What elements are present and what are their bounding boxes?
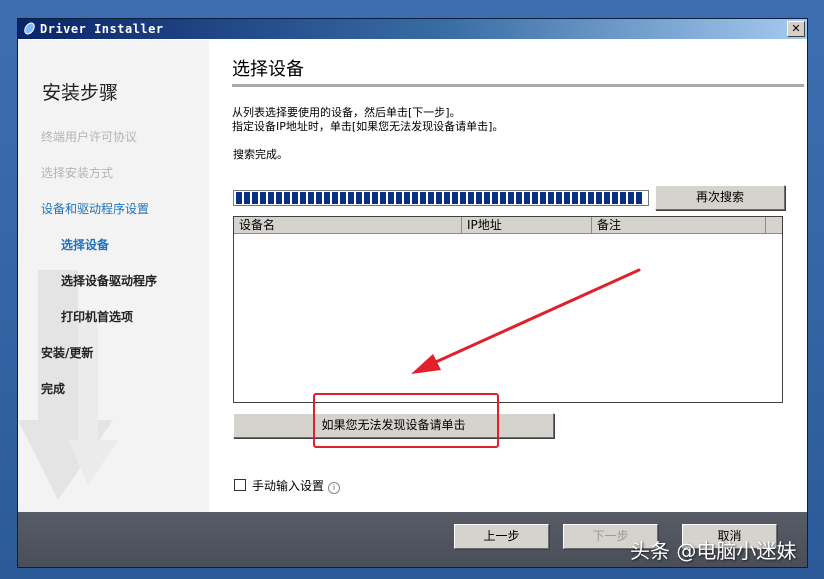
progress-segment [484,192,490,204]
progress-segment [412,192,418,204]
progress-segment [588,192,594,204]
title-bar[interactable]: Driver Installer ✕ [18,19,807,39]
step-select-device: 选择设备 [61,238,110,252]
progress-segment [404,192,410,204]
page-title: 选择设备 [232,59,304,80]
progress-segment [524,192,530,204]
progress-segment [636,192,642,204]
progress-segment [268,192,274,204]
progress-segment [252,192,258,204]
progress-segment [324,192,330,204]
progress-segment [316,192,322,204]
progress-segment [620,192,626,204]
progress-segment [236,192,242,204]
manual-input-label: 手动输入设置 [252,479,325,493]
step-finish: 完成 [41,382,66,396]
progress-segment [284,192,290,204]
manual-input-option[interactable]: 手动输入设置 i [234,477,341,494]
column-notes[interactable]: 备注 [592,217,766,234]
progress-segment [356,192,362,204]
progress-segment [540,192,546,204]
progress-segment [628,192,634,204]
step-device-driver-setup: 设备和驱动程序设置 [41,202,150,216]
progress-segment [508,192,514,204]
progress-segment [556,192,562,204]
progress-segment [572,192,578,204]
progress-segment [332,192,338,204]
red-arrow-annotation [411,268,641,374]
watermark: 头条 @电脑小迷妹 [630,539,797,563]
step-install-update: 安装/更新 [41,346,94,360]
window-title: Driver Installer [40,22,164,36]
progress-segment [548,192,554,204]
progress-segment [452,192,458,204]
installer-window: Driver Installer ✕ 安装步骤 终端用户许可协议 选择安装方式 … [17,18,808,568]
progress-segment [444,192,450,204]
progress-segment [308,192,314,204]
progress-segment [612,192,618,204]
progress-segment [428,192,434,204]
red-highlight-box [313,393,499,448]
progress-segment [564,192,570,204]
progress-segment [436,192,442,204]
search-again-button[interactable]: 再次搜索 [655,185,785,210]
close-icon: ✕ [791,22,801,35]
progress-segment [380,192,386,204]
app-icon [24,22,35,35]
info-icon[interactable]: i [328,482,341,494]
progress-segment [260,192,266,204]
column-device-name[interactable]: 设备名 [234,217,462,234]
arrow-decoration-icon [18,270,118,500]
progress-segment [468,192,474,204]
step-select-driver: 选择设备驱动程序 [61,274,158,288]
progress-segment [532,192,538,204]
progress-segment [476,192,482,204]
close-button[interactable]: ✕ [787,21,805,37]
manual-input-checkbox[interactable] [234,479,246,491]
progress-segment [300,192,306,204]
steps-heading: 安装步骤 [42,82,119,104]
progress-segment [340,192,346,204]
step-install-method: 选择安装方式 [41,166,114,180]
steps-sidebar: 安装步骤 终端用户许可协议 选择安装方式 设备和驱动程序设置 选择设备 选择设备… [18,40,209,512]
main-panel: 选择设备 从列表选择要使用的设备，然后单击[下一步]。 指定设备IP地址时，单击… [209,40,807,512]
progress-segment [516,192,522,204]
search-progress-bar [233,190,649,206]
progress-segment [420,192,426,204]
column-ip-address[interactable]: IP地址 [462,217,592,234]
step-printer-preferences: 打印机首选项 [61,310,134,324]
progress-segment [372,192,378,204]
progress-segment [276,192,282,204]
progress-segment [348,192,354,204]
progress-segment [244,192,250,204]
step-eula: 终端用户许可协议 [41,130,138,144]
title-divider [232,84,804,87]
progress-segment [500,192,506,204]
progress-segment [492,192,498,204]
search-status: 搜索完成。 [233,148,288,161]
back-button[interactable]: 上一步 [454,524,549,549]
instruction-line-2: 指定设备IP地址时，单击[如果您无法发现设备请单击]。 [232,120,504,133]
progress-segment [292,192,298,204]
progress-segment [460,192,466,204]
progress-segment [388,192,394,204]
column-filler [766,217,782,234]
progress-segment [396,192,402,204]
progress-segment [580,192,586,204]
progress-segment [604,192,610,204]
progress-segment [596,192,602,204]
progress-segment [364,192,370,204]
